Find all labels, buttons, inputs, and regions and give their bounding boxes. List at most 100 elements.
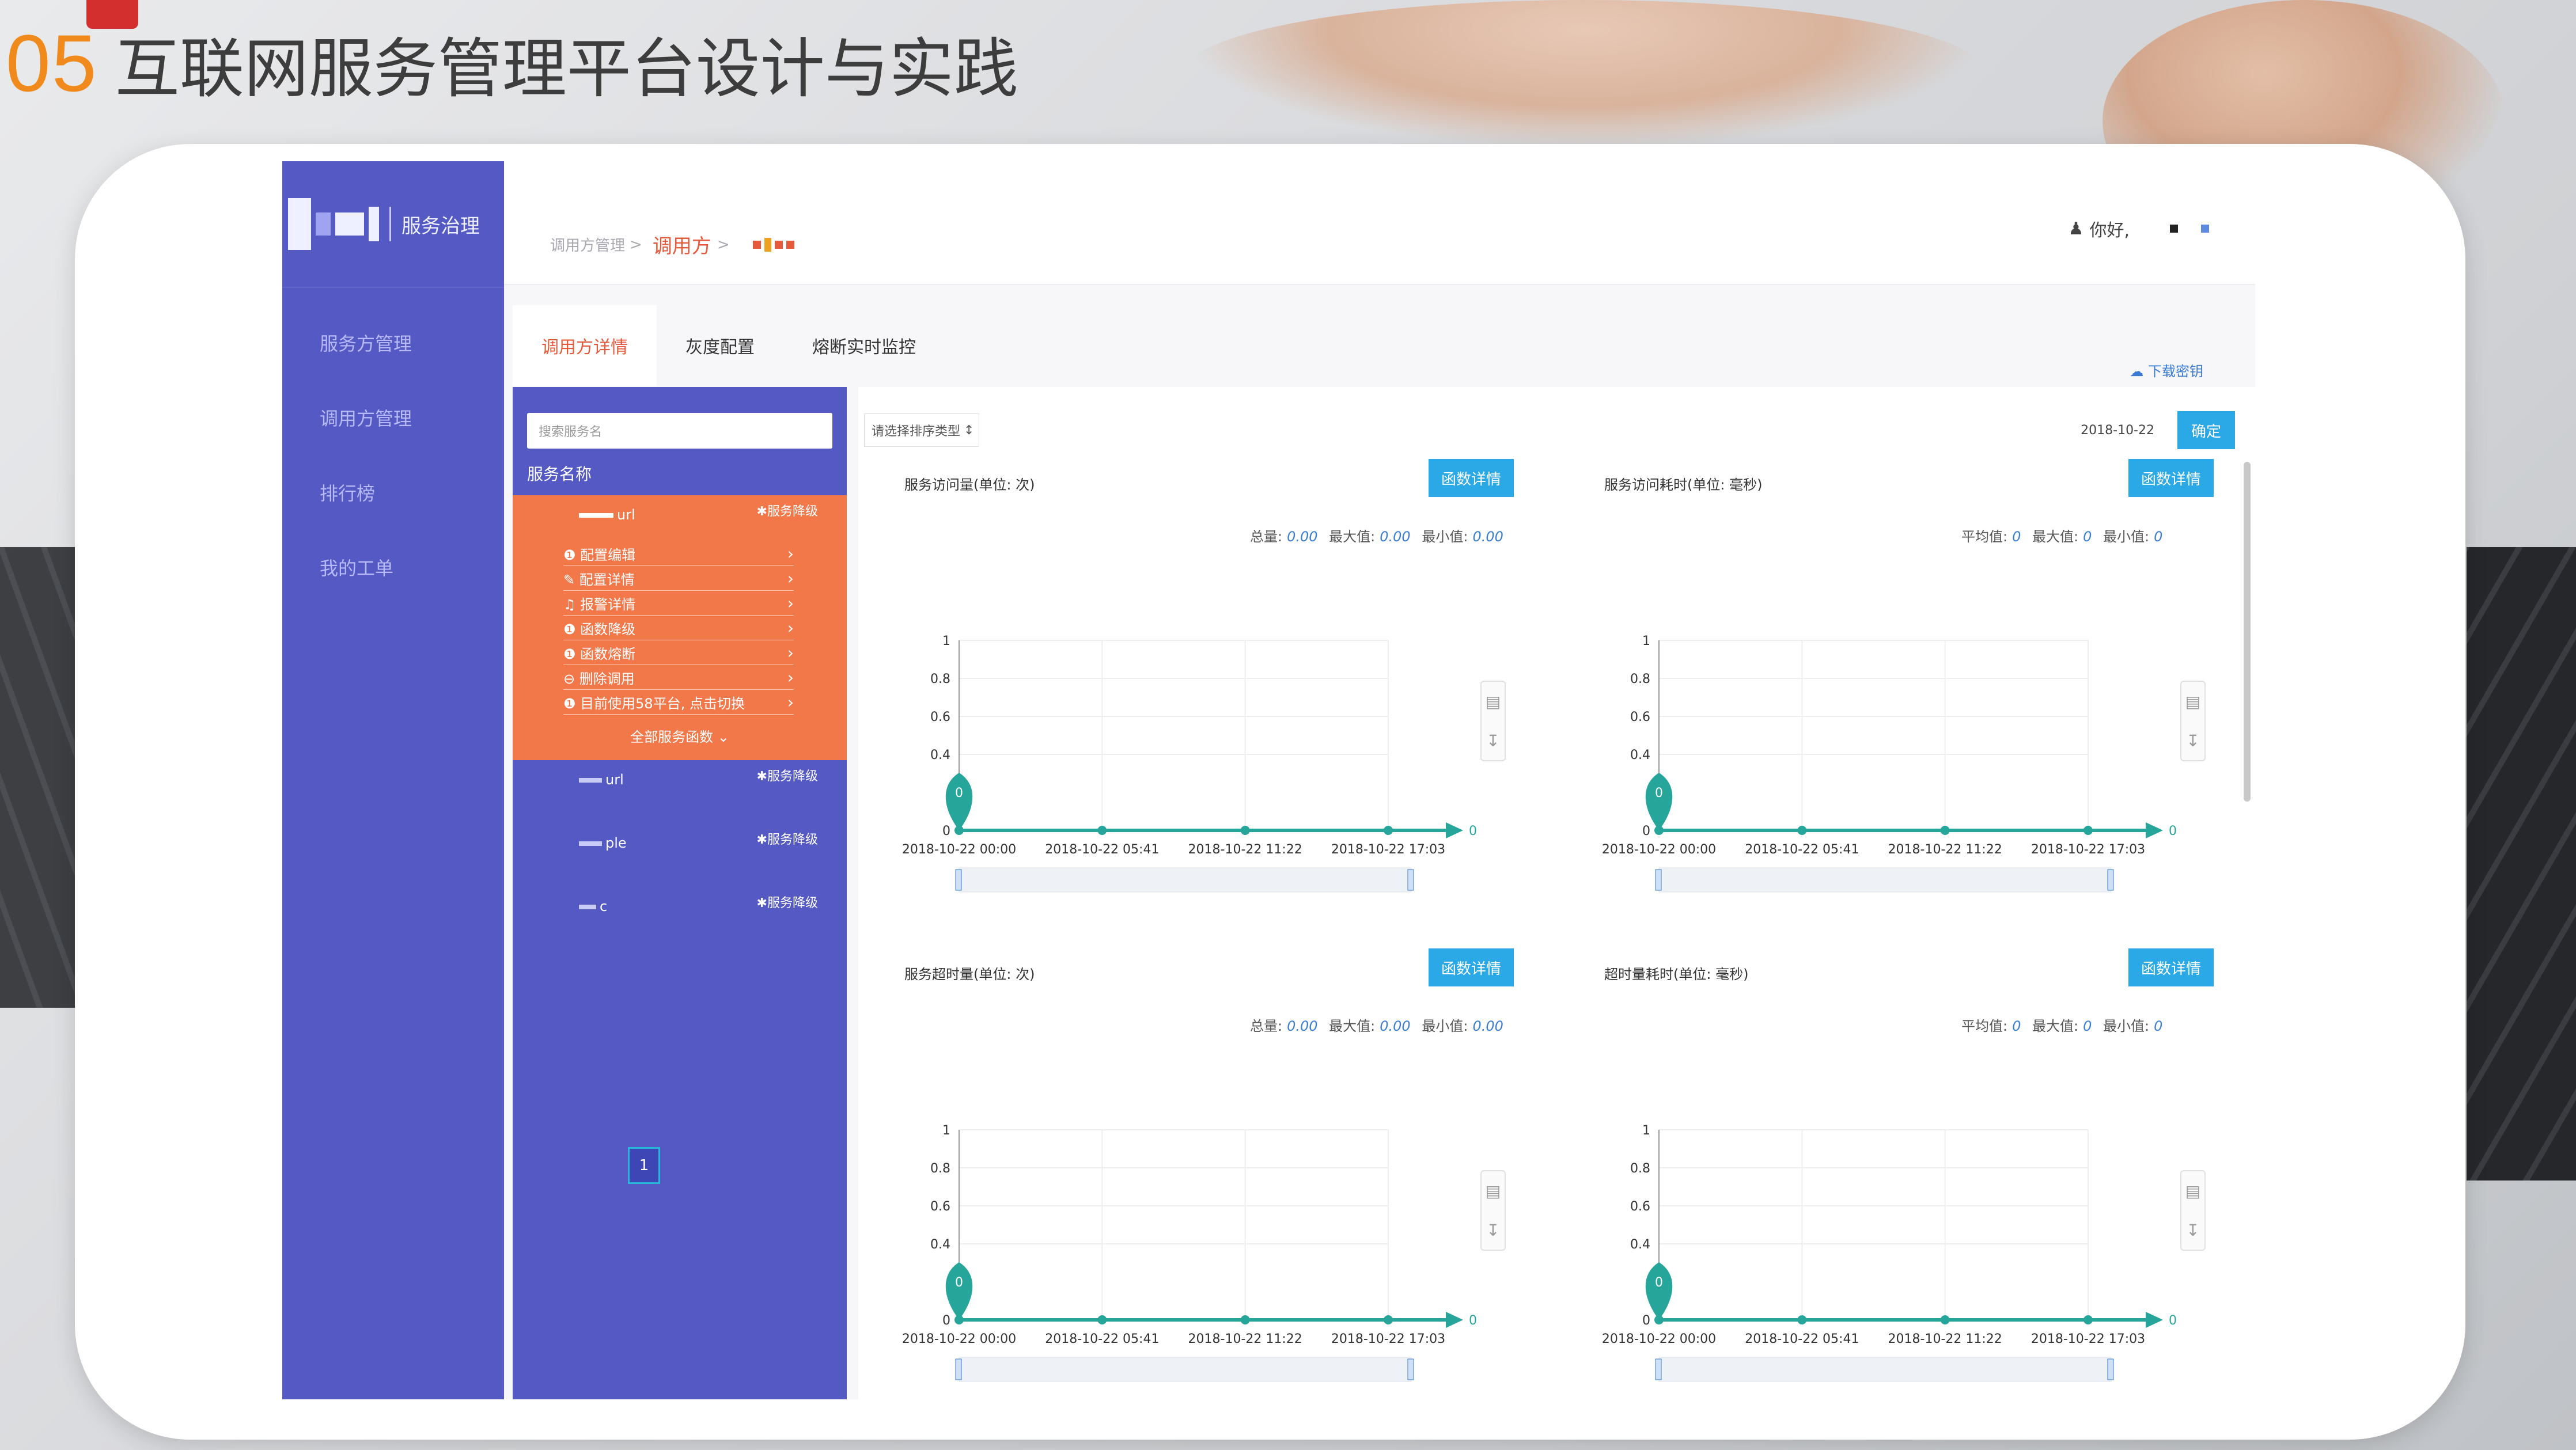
chart-panel-timeout-latency: 超时量耗时(单位: 毫秒) 函数详情 平均值: 0 最大值: 0 最小值: 0 ▤ ↧ … — [1558, 934, 2255, 1399]
chevron-down-icon: ⌄ — [717, 729, 729, 745]
x-tick-label: 2018-10-22 17:03 — [2031, 1332, 2145, 1346]
sort-type-select[interactable]: 请选择排序类型 ↕ — [864, 413, 979, 447]
data-point — [2083, 826, 2093, 835]
service-name: url — [579, 507, 635, 523]
logo[interactable]: 服务治理 — [282, 161, 504, 288]
download-key-link[interactable]: ☁ 下载密钥 — [2130, 360, 2203, 380]
x-tick-label: 2018-10-22 17:03 — [1331, 842, 1445, 857]
data-point — [1240, 1315, 1250, 1324]
slide-heading: 互联网服务管理平台设计与实践 — [115, 32, 1018, 107]
service-downgrade-tag[interactable]: ✱服务降级 — [757, 893, 818, 911]
x-tick-label: 2018-10-22 11:22 — [1888, 842, 2002, 857]
x-tick-label: 2018-10-22 17:03 — [1331, 1332, 1445, 1346]
service-panel: 搜索服务名 服务名称 url ✱服务降级 ❶ 配置编辑 › ✎ 配置详情 › ♫ 报… — [513, 387, 847, 1399]
service-item-selected[interactable]: url ✱服务降级 ❶ 配置编辑 › ✎ 配置详情 › ♫ 报警详情 › ❶ 函数降级… — [513, 495, 847, 760]
logo-mark — [288, 198, 379, 250]
y-tick-label: 0.8 — [1630, 1161, 1650, 1176]
info-icon: ✱ — [756, 504, 767, 519]
data-point — [1097, 826, 1107, 835]
sidebar-item-provider-management[interactable]: 服务方管理 — [282, 305, 504, 380]
marker-label: 0 — [955, 786, 963, 800]
minus-icon: ⊖ — [563, 670, 579, 687]
service-search-input[interactable]: 搜索服务名 — [527, 413, 832, 449]
tab-consumer-detail[interactable]: 调用方详情 — [513, 305, 657, 386]
breadcrumb-current: 调用方 — [652, 235, 711, 258]
zoom-handle-left — [955, 1358, 962, 1380]
breadcrumb: 调用方管理 > 调用方 > — [550, 230, 794, 259]
background-hand — [1181, 0, 1987, 150]
breadcrumb-redacted — [752, 237, 794, 252]
chart-panel-visits: 服务访问量(单位: 次) 函数详情 总量: 0.00 最大值: 0.00 最小值: 0… — [858, 445, 1558, 934]
main-content: 请选择排序类型 ↕ 2018-10-22 确定 服务访问量(单位: 次) 函数详情… — [858, 387, 2255, 1399]
slide-number: 05 — [6, 18, 98, 108]
x-tick-label: 2018-10-22 05:41 — [1745, 842, 1859, 857]
menu-item-config-detail[interactable]: ✎ 配置详情 › — [563, 566, 794, 591]
line-chart: 0 0.4 0.6 0.8 1 2018-10-22 00:00 2018-10-22 05… — [902, 1123, 1477, 1382]
menu-item-delete-call[interactable]: ⊖ 删除调用 › — [563, 665, 794, 690]
tab-bar: 调用方详情 灰度配置 熔断实时监控 — [513, 305, 945, 386]
service-downgrade-tag[interactable]: ✱服务降级 — [757, 501, 818, 519]
menu-item-switch-platform[interactable]: ❶ 目前使用58平台, 点击切换 › — [563, 690, 794, 715]
series-end-label: 0 — [2169, 824, 2177, 838]
service-downgrade-tag[interactable]: ✱服务降级 — [757, 829, 818, 848]
data-point — [1240, 826, 1250, 835]
menu-item-function-circuit[interactable]: ❶ 函数熔断 › — [563, 640, 794, 665]
y-tick-label: 0.4 — [1630, 1238, 1650, 1252]
y-tick-label: 0 — [1642, 824, 1650, 838]
greeting-text: 你好, — [2089, 221, 2130, 241]
service-downgrade-tag[interactable]: ✱服务降级 — [757, 766, 818, 784]
date-picker[interactable]: 2018-10-22 — [2081, 423, 2154, 438]
zoom-handle-left — [1655, 1358, 1662, 1380]
menu-item-function-downgrade[interactable]: ❶ 函数降级 › — [563, 616, 794, 640]
series-arrow — [2146, 1312, 2163, 1328]
info-icon: ❶ — [563, 546, 581, 563]
info-icon: ❶ — [563, 695, 581, 712]
service-menu: ❶ 配置编辑 › ✎ 配置详情 › ♫ 报警详情 › ❶ 函数降级 › ❶ 函数熔断 › … — [563, 541, 794, 715]
data-point — [1384, 826, 1393, 835]
menu-item-config-edit[interactable]: ❶ 配置编辑 › — [563, 541, 794, 566]
sidebar-item-consumer-management[interactable]: 调用方管理 — [282, 380, 504, 455]
chevron-right-icon: › — [787, 593, 794, 613]
service-item[interactable]: ple ✱服务降级 — [513, 823, 847, 887]
sidebar-item-my-tickets[interactable]: 我的工单 — [282, 530, 504, 605]
data-point — [1940, 826, 1950, 835]
chevron-right-icon: › — [787, 568, 794, 588]
x-tick-label: 2018-10-22 00:00 — [902, 1332, 1016, 1346]
x-tick-label: 2018-10-22 00:00 — [1602, 1332, 1716, 1346]
zoom-handle-right — [2107, 1358, 2114, 1380]
service-item[interactable]: c ✱服务降级 — [513, 887, 847, 950]
x-tick-label: 2018-10-22 11:22 — [1888, 1332, 2002, 1346]
username-redacted — [2170, 225, 2178, 233]
chevron-right-icon: › — [787, 643, 794, 662]
breadcrumb-parent[interactable]: 调用方管理 — [550, 234, 625, 255]
zoom-slider — [959, 867, 1412, 893]
tab-gray-config[interactable]: 灰度配置 — [657, 305, 783, 386]
menu-item-alarm-detail[interactable]: ♫ 报警详情 › — [563, 591, 794, 616]
y-tick-label: 0.8 — [930, 672, 950, 686]
x-tick-label: 2018-10-22 11:22 — [1188, 1332, 1302, 1346]
zoom-handle-left — [955, 869, 962, 891]
tab-circuit-monitor[interactable]: 熔断实时监控 — [783, 305, 945, 386]
marker-pin — [1645, 773, 1673, 830]
user-greeting[interactable]: ♟ 你好, — [2069, 216, 2209, 241]
line-chart: 0 0.4 0.6 0.8 1 2018-10-22 00:00 2018-10-22 05… — [1602, 634, 2177, 893]
confirm-button[interactable]: 确定 — [2177, 411, 2235, 449]
all-functions-toggle[interactable]: 全部服务函数 ⌄ — [513, 726, 847, 746]
marker-label: 0 — [955, 1276, 963, 1290]
pagination-page-1[interactable]: 1 — [628, 1147, 660, 1184]
breadcrumb-separator: > — [630, 236, 642, 253]
marker-pin — [945, 773, 973, 830]
zoom-slider — [959, 1357, 1412, 1382]
data-point — [1797, 826, 1807, 835]
x-tick-label: 2018-10-22 05:41 — [1745, 1332, 1859, 1346]
service-item[interactable]: url ✱服务降级 — [513, 760, 847, 823]
y-tick-label: 0.8 — [1630, 672, 1650, 686]
zoom-handle-right — [2107, 869, 2114, 891]
marker-label: 0 — [1655, 1276, 1663, 1290]
service-list-heading: 服务名称 — [527, 465, 592, 484]
sidebar-item-ranking[interactable]: 排行榜 — [282, 455, 504, 530]
chevron-right-icon: › — [787, 692, 794, 712]
x-tick-label: 2018-10-22 00:00 — [1602, 842, 1716, 857]
data-point — [1797, 1315, 1807, 1324]
service-name: ple — [579, 835, 627, 851]
